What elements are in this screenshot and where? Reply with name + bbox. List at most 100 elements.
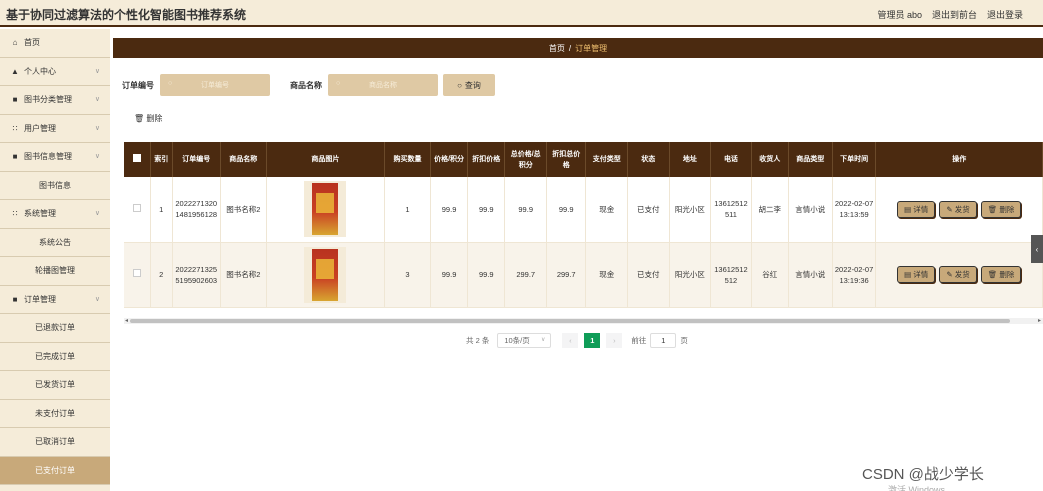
- delete-button[interactable]: 🗑 删除: [980, 266, 1022, 283]
- next-page-button[interactable]: ›: [606, 332, 623, 348]
- grid-icon: ∷: [12, 209, 18, 219]
- main-content: 首页 / 订单管理 订单编号 ○ 订单编号 商品名称 ○ 商品名称 ○ 查询 🗑…: [110, 29, 1043, 491]
- sidebar-item-home[interactable]: ⌂ 首页: [0, 29, 110, 58]
- table-row[interactable]: 1 20222713201481956128 图书名称2 1 99.9 99.9…: [124, 177, 1043, 243]
- scrollbar-thumb[interactable]: [130, 319, 1010, 323]
- back-to-front-link[interactable]: 退出到前台: [932, 8, 977, 21]
- cell-goods-name: 图书名称2: [220, 177, 267, 243]
- chevron-down-icon: ∨: [94, 96, 100, 103]
- logout-link[interactable]: 退出登录: [987, 8, 1023, 21]
- sidebar-item-shipped-orders[interactable]: 已发货订单: [0, 371, 110, 400]
- column-header: 操作: [875, 142, 1043, 177]
- sidebar-item-book-info-mgmt[interactable]: ■ 图书信息管理 ∨: [0, 143, 110, 172]
- ship-button-label: 发货: [954, 270, 970, 279]
- goods-name-input[interactable]: ○ 商品名称: [328, 74, 438, 96]
- horizontal-scrollbar[interactable]: ◂ ▸: [124, 318, 1043, 324]
- batch-delete-button[interactable]: 🗑 删除: [134, 113, 162, 124]
- table-row[interactable]: 2 20222713255195902603 图书名称2 3 99.9 99.9…: [124, 242, 1043, 308]
- windows-activation-watermark: 激活 Windows: [888, 485, 946, 491]
- sidebar-item-label: 订单管理: [24, 294, 56, 304]
- cell-total: 299.7: [504, 242, 547, 308]
- goods-name-label: 商品名称: [290, 80, 322, 90]
- cell-pay-type: 现金: [585, 177, 628, 243]
- column-header: 商品图片: [266, 142, 386, 177]
- goto-page-input[interactable]: 1: [650, 332, 677, 348]
- breadcrumb: 首页 / 订单管理: [113, 38, 1043, 58]
- column-header: 订单编号: [172, 142, 221, 177]
- cell-price: 99.9: [430, 242, 469, 308]
- sidebar-item-system[interactable]: ∷ 系统管理 ∨: [0, 200, 110, 229]
- row-checkbox[interactable]: [124, 242, 151, 308]
- chevron-left-icon: ‹: [1035, 244, 1039, 254]
- cell-index: 1: [150, 177, 173, 243]
- cell-discount-total: 299.7: [546, 242, 587, 308]
- chevron-left-icon: ‹: [569, 335, 572, 345]
- cell-order-time: 2022-02-07 13:13:59: [832, 177, 877, 243]
- book-icon: ■: [12, 152, 18, 162]
- sidebar-item-book-info[interactable]: 图书信息: [0, 172, 110, 200]
- sidebar-item-announcement[interactable]: 系统公告: [0, 229, 110, 257]
- cell-status: 已支付: [627, 242, 670, 308]
- sidebar-item-paid-orders[interactable]: 已支付订单: [0, 456, 110, 485]
- cell-order-no: 20222713201481956128: [172, 177, 221, 243]
- trash-icon: 🗑: [987, 204, 1000, 214]
- table-header-row: 索引 订单编号 商品名称 商品图片 购买数量 价格/积分 折扣价格 总价格/总积…: [124, 142, 1043, 177]
- edit-icon: ✎: [946, 204, 955, 214]
- sidebar-item-refunded-orders[interactable]: 已退款订单: [0, 314, 110, 343]
- sidebar-item-label: 已支付订单: [35, 465, 75, 475]
- cell-qty: 3: [384, 242, 431, 308]
- book-cover-image: [304, 246, 347, 303]
- sidebar-item-book-category[interactable]: ■ 图书分类管理 ∨: [0, 86, 110, 115]
- delete-button[interactable]: 🗑 删除: [980, 200, 1022, 218]
- column-header: 收货人: [751, 142, 789, 177]
- breadcrumb-home[interactable]: 首页: [549, 43, 565, 54]
- scroll-left-icon[interactable]: ◂: [125, 317, 128, 324]
- cell-qty: 1: [384, 177, 431, 243]
- search-icon: ○: [457, 80, 462, 90]
- delete-button-label: 删除: [999, 204, 1015, 214]
- row-checkbox[interactable]: [124, 177, 151, 243]
- scroll-right-icon[interactable]: ▸: [1038, 317, 1041, 324]
- chevron-right-icon: ›: [613, 335, 616, 345]
- sidebar-item-label: 图书分类管理: [24, 95, 72, 105]
- side-collapse-tab[interactable]: ‹: [1031, 235, 1043, 263]
- page-size-select[interactable]: 10条/页 ∨: [497, 332, 552, 348]
- page-unit-label: 页: [680, 335, 688, 345]
- cell-goods-image: [266, 242, 386, 308]
- sidebar-item-label: 轮播图管理: [35, 266, 75, 276]
- cell-order-time: 2022-02-07 13:19:36: [832, 242, 877, 308]
- column-header: 电话: [710, 142, 752, 177]
- cell-receiver: 胡二李: [751, 177, 789, 243]
- sidebar-item-unpaid-orders[interactable]: 未支付订单: [0, 400, 110, 428]
- ship-button[interactable]: ✎ 发货: [939, 266, 977, 283]
- order-no-input[interactable]: ○ 订单编号: [160, 74, 270, 96]
- sidebar-item-users[interactable]: ∷ 用户管理 ∨: [0, 115, 110, 143]
- breadcrumb-separator: /: [568, 43, 572, 53]
- column-header: 购买数量: [384, 142, 431, 177]
- sidebar-item-cancelled-orders[interactable]: 已取消订单: [0, 428, 110, 457]
- cell-discount-price: 99.9: [467, 177, 506, 243]
- sidebar-item-completed-orders[interactable]: 已完成订单: [0, 343, 110, 371]
- column-header: 总价格/总积分: [504, 142, 547, 177]
- query-button[interactable]: ○ 查询: [443, 74, 495, 96]
- detail-button[interactable]: ▤ 详情: [897, 200, 936, 218]
- ship-button[interactable]: ✎ 发货: [939, 200, 977, 218]
- select-all-checkbox[interactable]: [124, 142, 151, 177]
- sidebar-item-label: 已退款订单: [35, 323, 75, 333]
- cell-status: 已支付: [627, 177, 670, 243]
- chevron-down-icon: ∨: [94, 124, 100, 132]
- goto-label: 前往: [631, 335, 647, 345]
- page-number-button[interactable]: 1: [584, 332, 601, 348]
- app-title: 基于协同过滤算法的个性化智能图书推荐系统: [6, 8, 247, 22]
- search-bar: 订单编号 ○ 订单编号 商品名称 ○ 商品名称 ○ 查询: [122, 74, 495, 96]
- sidebar-item-profile[interactable]: ▲ 个人中心 ∨: [0, 58, 110, 86]
- sidebar-item-carousel[interactable]: 轮播图管理: [0, 257, 110, 286]
- sidebar-item-label: 图书信息管理: [24, 152, 72, 162]
- detail-button[interactable]: ▤ 详情: [897, 266, 936, 283]
- sidebar-item-label: 个人中心: [24, 66, 56, 76]
- sidebar-item-label: 系统公告: [39, 237, 71, 247]
- total-count: 共 2 条: [466, 335, 490, 345]
- prev-page-button[interactable]: ‹: [562, 332, 579, 348]
- sidebar-item-label: 已取消订单: [35, 437, 75, 447]
- sidebar-item-orders[interactable]: ■ 订单管理 ∨: [0, 286, 110, 314]
